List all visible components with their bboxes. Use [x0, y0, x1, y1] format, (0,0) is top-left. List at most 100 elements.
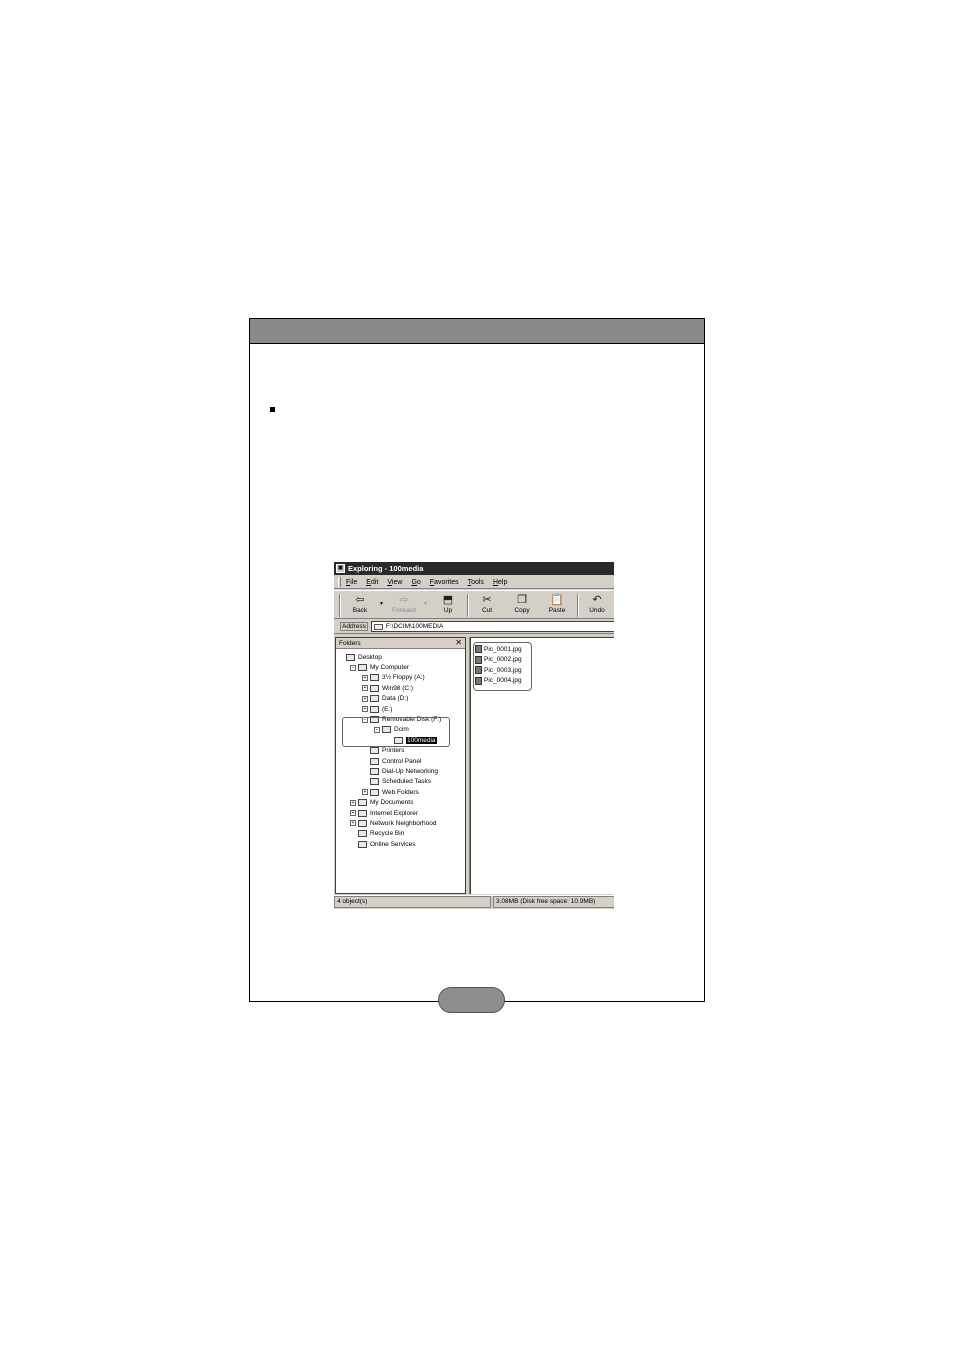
tree-item-label: 3½ Floppy (A:)	[382, 674, 425, 682]
paste-button[interactable]: 📋 Paste	[542, 593, 572, 618]
file-item[interactable]: Pic_0001.jpg	[475, 644, 530, 655]
folder-node-icon	[358, 799, 367, 807]
tree-expander-icon[interactable]: −	[350, 664, 356, 671]
menu-view[interactable]: View	[387, 579, 402, 586]
toolbar-grip[interactable]	[339, 594, 341, 617]
toolbar-separator-2	[577, 594, 579, 617]
up-button[interactable]: ⬒ Up	[433, 593, 463, 618]
menu-favorites[interactable]: Favorites	[430, 579, 459, 586]
tree-spacer	[362, 768, 368, 775]
tree-expander-icon[interactable]: +	[350, 820, 356, 827]
window-title: Exploring - 100media	[348, 564, 424, 573]
bullet-marker	[270, 407, 275, 412]
tree-item[interactable]: + (E:)	[336, 704, 465, 714]
folder-node-icon	[370, 674, 379, 682]
tree-item[interactable]: Printers	[336, 746, 465, 756]
folder-node-icon	[370, 757, 379, 765]
page-number-tab	[438, 987, 505, 1013]
tree-item[interactable]: + Internet Explorer	[336, 808, 465, 818]
back-dropdown-icon[interactable]: ▼	[379, 601, 384, 607]
menu-tools[interactable]: Tools	[468, 579, 484, 586]
folder-node-icon	[358, 664, 367, 672]
tree-item[interactable]: − My Computer	[336, 662, 465, 672]
tree-expander-icon[interactable]: +	[362, 706, 368, 713]
tree-item[interactable]: Desktop	[336, 652, 465, 662]
undo-button[interactable]: ↶ Undo	[582, 593, 612, 618]
tree-item[interactable]: Online Services	[336, 839, 465, 849]
cut-label: Cut	[481, 607, 493, 614]
tree-item[interactable]: +3½ Floppy (A:)	[336, 673, 465, 683]
tree-item[interactable]: + Network Neighborhood	[336, 818, 465, 828]
close-icon[interactable]: ✕	[455, 639, 462, 647]
title-bar[interactable]: ▣ Exploring - 100media	[334, 562, 614, 575]
folders-header-label: Folders	[339, 639, 361, 647]
file-item[interactable]: Pic_0004.jpg	[475, 676, 530, 687]
tree-item[interactable]: + Web Folders	[336, 787, 465, 797]
folders-pane: Folders ✕ Desktop − My Computer +3½ Floppy …	[335, 637, 466, 894]
tree-expander-icon[interactable]: +	[362, 674, 368, 681]
folder-node-icon	[358, 809, 367, 817]
file-item[interactable]: Pic_0002.jpg	[475, 655, 530, 666]
image-file-icon	[475, 666, 482, 675]
up-folder-icon: ⬒	[442, 594, 454, 606]
paste-label: Paste	[548, 607, 566, 614]
copy-icon: ❐	[517, 594, 527, 606]
folder-node-icon	[370, 684, 379, 692]
tree-spacer	[350, 830, 356, 837]
copy-label: Copy	[514, 607, 530, 614]
tree-spacer	[350, 841, 356, 848]
folder-node-icon	[358, 819, 367, 827]
forward-dropdown-icon[interactable]: ▼	[423, 601, 428, 607]
address-value: F:\DCIM\100MEDIA	[385, 623, 444, 630]
tree-item-label: Web Folders	[382, 788, 419, 796]
tree-item-label: (E:)	[382, 705, 393, 713]
forward-button[interactable]: ⇨ Forward	[389, 593, 419, 618]
menu-edit[interactable]: Edit	[366, 579, 378, 586]
tree-item[interactable]: Recycle Bin	[336, 829, 465, 839]
tree-item-label: Control Panel	[382, 757, 422, 765]
folder-node-icon	[370, 747, 379, 755]
menu-go[interactable]: Go	[411, 579, 420, 586]
back-button[interactable]: ⇦ Back	[345, 593, 375, 618]
tree-expander-icon[interactable]: +	[362, 695, 368, 702]
menu-file[interactable]: File	[346, 579, 357, 586]
tree-item[interactable]: Scheduled Tasks	[336, 777, 465, 787]
folders-pane-header: Folders ✕	[336, 638, 465, 649]
undo-arrow-icon: ↶	[592, 594, 602, 606]
copy-button[interactable]: ❐ Copy	[507, 593, 537, 618]
tree-item[interactable]: + My Documents	[336, 797, 465, 807]
tree-item-label: Online Services	[370, 840, 416, 848]
tree-item-label: Printers	[382, 747, 405, 755]
tree-item-label: Network Neighborhood	[370, 819, 437, 827]
tree-item[interactable]: + Data (D:)	[336, 694, 465, 704]
menu-help[interactable]: Help	[493, 579, 507, 586]
tree-item[interactable]: + Win98 (C:)	[336, 683, 465, 693]
folder-node-icon	[346, 653, 355, 661]
tree-expander-icon[interactable]: +	[350, 799, 356, 806]
tree-expander-icon[interactable]: +	[362, 789, 368, 796]
tree-expander-icon[interactable]: +	[350, 810, 356, 817]
tree-expander-icon[interactable]: +	[362, 685, 368, 692]
tree-item-label: Data (D:)	[382, 695, 409, 703]
explorer-window: ▣ Exploring - 100media File Edit View Go…	[333, 562, 614, 909]
file-item[interactable]: Pic_0003.jpg	[475, 665, 530, 676]
folder-tree: Desktop − My Computer +3½ Floppy (A:) + Win98…	[336, 649, 465, 849]
tree-item[interactable]: Dial-Up Networking	[336, 766, 465, 776]
tree-item[interactable]: Control Panel	[336, 756, 465, 766]
files-pane: Pic_0001.jpg Pic_0002.jpg Pic_0003.jpg Pic_…	[470, 637, 614, 894]
folder-node-icon	[358, 840, 367, 848]
tree-spacer	[338, 654, 344, 661]
file-name: Pic_0004.jpg	[484, 677, 522, 685]
menu-grip[interactable]	[338, 577, 341, 587]
tree-spacer	[362, 758, 368, 765]
status-disk-space: 3.08MB (Disk free space: 10.9MB)	[493, 896, 614, 908]
tree-item-label: Recycle Bin	[370, 830, 405, 838]
back-arrow-icon: ⇦	[355, 594, 365, 606]
folder-node-icon	[370, 705, 379, 713]
toolbar: ⇦ Back ▼ ⇨ Forward ▼ ⬒ Up ✂ Cut ❐ Copy 📋…	[334, 590, 614, 619]
folder-node-icon	[370, 695, 379, 703]
address-input[interactable]: F:\DCIM\100MEDIA	[370, 621, 614, 632]
toolbar-separator	[467, 594, 469, 617]
cut-button[interactable]: ✂ Cut	[472, 593, 502, 618]
tree-item-label: Desktop	[358, 653, 382, 661]
